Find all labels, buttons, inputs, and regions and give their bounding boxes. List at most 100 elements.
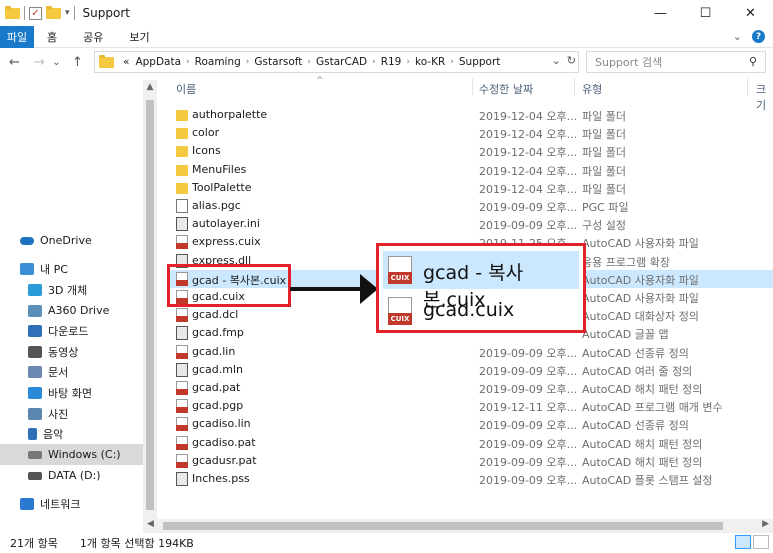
nav-item-label: Windows (C:)	[48, 448, 121, 461]
breadcrumb-appdata[interactable]: AppData	[132, 56, 184, 68]
column-date[interactable]: 수정한 날짜	[479, 81, 533, 97]
tab-home[interactable]: 홈	[34, 29, 70, 45]
details-view-icon[interactable]	[735, 535, 751, 549]
column-type[interactable]: 유형	[582, 81, 602, 97]
file-type: AutoCAD 프로그램 매개 변수	[582, 401, 723, 415]
chevron-right-icon[interactable]: ›	[404, 57, 412, 67]
scroll-left-icon[interactable]: ◀	[147, 519, 154, 529]
nav-item-windows-c[interactable]: Windows (C:)	[0, 444, 143, 465]
nav-item-label: 동영상	[48, 345, 79, 359]
column-divider[interactable]	[574, 78, 575, 96]
chevron-right-icon[interactable]: ›	[244, 57, 252, 67]
file-row[interactable]: authorpalette 2019-12-04 오후... 파일 폴더	[170, 106, 773, 124]
file-name: color	[192, 126, 220, 140]
nav-scrollbar[interactable]: ▲ ▼	[143, 80, 157, 532]
file-type: 파일 폴더	[582, 164, 626, 178]
nav-item-onedrive[interactable]: OneDrive	[0, 230, 143, 251]
chevron-right-icon[interactable]: ›	[370, 57, 378, 67]
minimize-button[interactable]: —	[638, 0, 683, 26]
nav-item-a360-drive[interactable]: A360 Drive	[0, 300, 143, 321]
search-input[interactable]: Support 검색	[595, 54, 662, 70]
file-name: Icons	[192, 144, 221, 158]
scroll-right-icon[interactable]: ▶	[762, 519, 769, 529]
file-name: gcad.pgp	[192, 399, 244, 413]
navigation-pane: OneDrive 내 PC 3D 개체 A360 Drive 다운로드 동영상 …	[0, 80, 157, 532]
file-row[interactable]: color 2019-12-04 오후... 파일 폴더	[170, 124, 773, 142]
nav-item-documents[interactable]: 문서	[0, 361, 143, 382]
file-row[interactable]: MenuFiles 2019-12-04 오후... 파일 폴더	[170, 161, 773, 179]
file-row[interactable]: autolayer.ini 2019-09-09 오후... 구성 설정	[170, 215, 773, 233]
properties-icon[interactable]: ✓	[29, 6, 42, 20]
chevron-right-icon[interactable]: ›	[305, 57, 313, 67]
search-icon[interactable]: ⚲	[749, 55, 757, 68]
nav-item-this-pc[interactable]: 내 PC	[0, 258, 143, 279]
video-icon	[28, 345, 42, 358]
breadcrumb-roaming[interactable]: Roaming	[192, 56, 244, 68]
file-row[interactable]: Icons 2019-12-04 오후... 파일 폴더	[170, 142, 773, 160]
tab-share[interactable]: 공유	[70, 29, 116, 45]
scroll-up-icon[interactable]: ▲	[143, 82, 157, 92]
address-dropdown-icon[interactable]: ⌄	[552, 54, 561, 67]
chevron-right-icon[interactable]: ›	[448, 57, 456, 67]
new-folder-icon[interactable]	[46, 5, 61, 19]
file-row[interactable]: gcadiso.lin 2019-09-09 오후... AutoCAD 선종류 정…	[170, 415, 773, 433]
ribbon-tabs: 파일 홈 공유 보기 ⌄ ?	[0, 25, 773, 48]
nav-item-network[interactable]: 네트워크	[0, 493, 143, 514]
folder-icon	[176, 110, 188, 121]
folder-icon	[99, 54, 114, 68]
nav-item-music[interactable]: 음악	[0, 423, 143, 444]
close-button[interactable]: ✕	[728, 0, 773, 26]
file-row[interactable]: alias.pgc 2019-09-09 오후... PGC 파일	[170, 197, 773, 215]
nav-item-3d-objects[interactable]: 3D 개체	[0, 279, 143, 300]
address-bar[interactable]: « AppData › Roaming › Gstarsoft › GstarC…	[94, 51, 579, 73]
scroll-thumb[interactable]	[163, 522, 723, 530]
help-icon[interactable]: ?	[752, 30, 765, 43]
file-row[interactable]: Inches.pss 2019-09-09 오후... AutoCAD 플롯 스탬프…	[170, 470, 773, 488]
cuix-file-icon	[388, 297, 412, 325]
file-type: PGC 파일	[582, 201, 629, 214]
large-icons-view-icon[interactable]	[753, 535, 769, 549]
pc-icon	[20, 262, 34, 275]
horizontal-scrollbar[interactable]: ◀ ▶	[143, 519, 773, 533]
breadcrumb-ko-kr[interactable]: ko-KR	[412, 56, 448, 68]
tab-view[interactable]: 보기	[116, 29, 162, 45]
refresh-icon[interactable]: ↻	[567, 54, 576, 67]
file-row[interactable]: gcad.pgp 2019-12-11 오후... AutoCAD 프로그램 매개 …	[170, 397, 773, 415]
chevron-down-icon[interactable]: ⌄	[733, 30, 742, 43]
nav-item-videos[interactable]: 동영상	[0, 341, 143, 362]
breadcrumb-overflow[interactable]: «	[120, 56, 132, 68]
selection-info: 1개 항목 선택함 194KB	[79, 537, 194, 550]
file-row[interactable]: ToolPalette 2019-12-04 오후... 파일 폴더	[170, 179, 773, 197]
tab-file[interactable]: 파일	[0, 25, 34, 48]
nav-item-downloads[interactable]: 다운로드	[0, 320, 143, 341]
column-divider[interactable]	[747, 78, 748, 96]
file-row[interactable]: gcad.pat 2019-09-09 오후... AutoCAD 해치 패턴 정의	[170, 379, 773, 397]
file-type: 구성 설정	[582, 219, 626, 233]
file-row[interactable]: gcad.mln 2019-09-09 오후... AutoCAD 여러 줄 정의	[170, 361, 773, 379]
forward-button[interactable]: →	[31, 55, 48, 70]
back-button[interactable]: ←	[6, 55, 23, 70]
divider	[73, 6, 75, 20]
file-row[interactable]: gcadiso.pat 2019-09-09 오후... AutoCAD 해치 패턴…	[170, 434, 773, 452]
breadcrumb-support[interactable]: Support	[456, 56, 504, 68]
file-icon	[176, 326, 188, 341]
file-row[interactable]: gcad.lin 2019-09-09 오후... AutoCAD 선종류 정의	[170, 343, 773, 361]
nav-item-data-d[interactable]: DATA (D:)	[0, 465, 143, 486]
maximize-button[interactable]: ☐	[683, 0, 728, 26]
breadcrumb-gstarcad[interactable]: GstarCAD	[313, 56, 370, 68]
search-box[interactable]: Support 검색 ⚲	[586, 51, 766, 73]
column-name[interactable]: 이름	[176, 81, 196, 97]
breadcrumb-r19[interactable]: R19	[378, 56, 405, 68]
nav-item-desktop[interactable]: 바탕 화면	[0, 382, 143, 403]
up-button[interactable]: ↑	[69, 55, 86, 70]
file-row[interactable]: gcadusr.pat 2019-09-09 오후... AutoCAD 해치 패턴…	[170, 452, 773, 470]
file-name: gcadusr.pat	[192, 453, 257, 467]
recent-locations-button[interactable]: ⌄	[48, 57, 65, 68]
scroll-thumb[interactable]	[146, 100, 154, 510]
chevron-right-icon[interactable]: ›	[184, 57, 192, 67]
breadcrumb-gstarsoft[interactable]: Gstarsoft	[251, 56, 305, 68]
folder-icon[interactable]	[5, 5, 20, 19]
nav-item-pictures[interactable]: 사진	[0, 403, 143, 424]
customize-dropdown-icon[interactable]: ▾	[65, 8, 70, 18]
column-divider[interactable]	[472, 78, 473, 96]
